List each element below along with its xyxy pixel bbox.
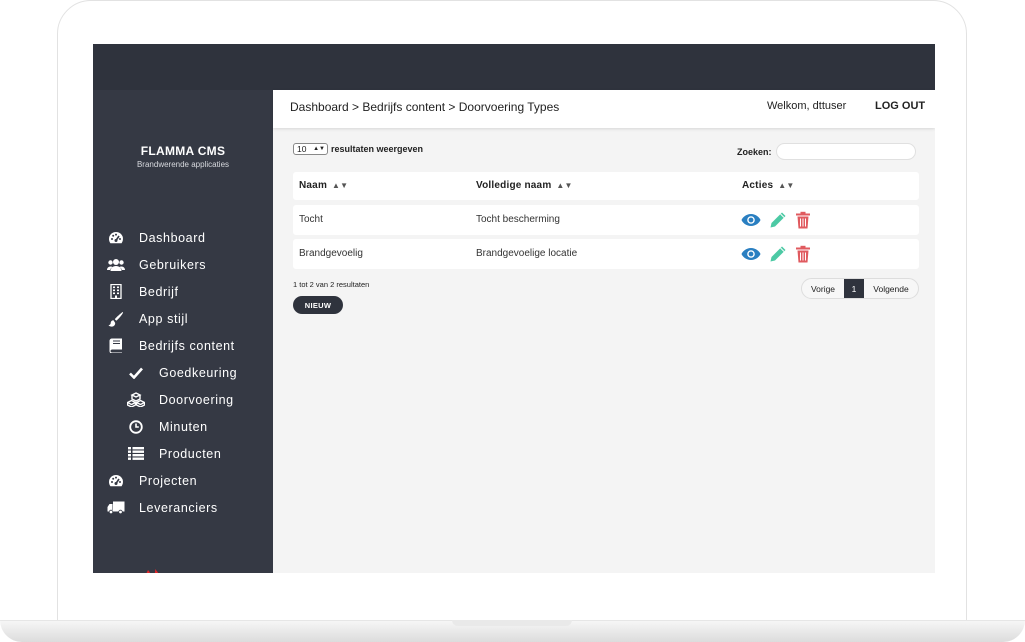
table-row: Brandgevoelig Brandgevoelige locatie bbox=[293, 239, 919, 269]
select-arrows-icon: ▲▼ bbox=[313, 146, 325, 152]
welcome-text: Welkom, dttuser bbox=[767, 100, 846, 112]
column-header-naam[interactable]: Naam ▲▼ bbox=[299, 180, 348, 191]
table-info: 1 tot 2 van 2 resultaten bbox=[293, 280, 370, 289]
table-header: Naam ▲▼ Volledige naam ▲▼ Acties ▲▼ bbox=[293, 172, 919, 200]
new-button[interactable]: NIEUW bbox=[293, 296, 343, 314]
clock-icon bbox=[127, 419, 145, 435]
search-control: Zoeken: bbox=[737, 143, 916, 160]
dashboard-gauge-icon bbox=[107, 473, 125, 489]
delete-trash-icon[interactable] bbox=[795, 245, 811, 268]
sidebar-item-label: Doorvoering bbox=[159, 392, 234, 407]
sort-icon: ▲▼ bbox=[332, 181, 349, 190]
top-bar: Dashboard > Bedrijfs content > Doorvoeri… bbox=[273, 90, 935, 128]
paintbrush-icon bbox=[107, 311, 125, 327]
pagination: Vorige 1 Volgende bbox=[801, 278, 919, 299]
sidebar-item-minuten[interactable]: Minuten bbox=[93, 413, 273, 440]
page-length-label: resultaten weergeven bbox=[331, 144, 424, 154]
page-length-value: 10 bbox=[297, 144, 307, 154]
sidebar-item-label: Bedrijfs content bbox=[139, 338, 235, 353]
sidebar-item-app-stijl[interactable]: App stijl bbox=[93, 305, 273, 332]
sidebar-item-goedkeuring[interactable]: Goedkeuring bbox=[93, 359, 273, 386]
sidebar-item-label: Leveranciers bbox=[139, 500, 218, 515]
username: dttuser bbox=[812, 100, 847, 112]
sidebar-item-users[interactable]: Gebruikers bbox=[93, 251, 273, 278]
column-label: Naam bbox=[299, 180, 328, 191]
cell-naam: Brandgevoelig bbox=[299, 248, 363, 259]
app-subtitle: Brandwerende applicaties bbox=[136, 160, 230, 169]
sidebar-item-label: Gebruikers bbox=[139, 257, 207, 272]
logout-button[interactable]: LOG OUT bbox=[875, 100, 925, 112]
app-screen: FLAMMA CMS Brandwerende applicaties Dash… bbox=[93, 44, 935, 573]
table-row: Tocht Tocht bescherming bbox=[293, 205, 919, 235]
sidebar-item-leveranciers[interactable]: Leveranciers bbox=[93, 494, 273, 521]
pagination-next-button[interactable]: Volgende bbox=[864, 279, 918, 298]
cell-volledige-naam: Tocht bescherming bbox=[476, 214, 560, 225]
pagination-prev-button[interactable]: Vorige bbox=[802, 279, 844, 298]
sidebar-item-producten[interactable]: Producten bbox=[93, 440, 273, 467]
book-icon bbox=[107, 338, 125, 354]
flamma-logo: FLA M MA Brandwerende Applicaties bbox=[138, 564, 230, 573]
welcome-prefix: Welkom, bbox=[767, 100, 810, 112]
sidebar-item-projecten[interactable]: Projecten bbox=[93, 467, 273, 494]
view-eye-icon[interactable] bbox=[741, 213, 761, 232]
sort-icon: ▲▼ bbox=[556, 181, 573, 190]
sidebar-item-bedrijfs-content[interactable]: Bedrijfs content bbox=[93, 332, 273, 359]
search-label: Zoeken: bbox=[737, 146, 772, 157]
column-header-volledige-naam[interactable]: Volledige naam ▲▼ bbox=[476, 180, 573, 191]
app-title: FLAMMA CMS bbox=[140, 144, 226, 158]
delete-trash-icon[interactable] bbox=[795, 211, 811, 234]
row-actions bbox=[741, 211, 811, 234]
sidebar-item-dashboard[interactable]: Dashboard bbox=[93, 224, 273, 251]
column-label: Volledige naam bbox=[476, 180, 552, 191]
breadcrumb: Dashboard > Bedrijfs content > Doorvoeri… bbox=[290, 100, 560, 114]
building-icon bbox=[107, 284, 125, 300]
main-content: Dashboard > Bedrijfs content > Doorvoeri… bbox=[273, 90, 935, 573]
sidebar-item-label: Goedkeuring bbox=[159, 365, 238, 380]
sidebar-item-label: App stijl bbox=[139, 311, 189, 326]
truck-icon bbox=[107, 500, 125, 516]
page-length-select[interactable]: 10 ▲▼ bbox=[293, 143, 328, 155]
view-eye-icon[interactable] bbox=[741, 247, 761, 266]
row-actions bbox=[741, 245, 811, 268]
edit-pencil-icon[interactable] bbox=[769, 211, 787, 234]
sidebar-item-label: Dashboard bbox=[139, 230, 206, 245]
cell-naam: Tocht bbox=[299, 214, 323, 225]
column-label: Acties bbox=[742, 180, 774, 191]
sidebar: FLAMMA CMS Brandwerende applicaties Dash… bbox=[93, 90, 273, 573]
sidebar-item-label: Producten bbox=[159, 446, 222, 461]
sidebar-item-bedrijf[interactable]: Bedrijf bbox=[93, 278, 273, 305]
users-icon bbox=[107, 257, 125, 273]
dashboard-gauge-icon bbox=[107, 230, 125, 246]
list-icon bbox=[127, 446, 145, 462]
check-icon bbox=[127, 365, 145, 381]
cell-volledige-naam: Brandgevoelige locatie bbox=[476, 248, 578, 259]
cubes-icon bbox=[127, 392, 145, 408]
sidebar-item-label: Bedrijf bbox=[139, 284, 179, 299]
page-length-control: 10 ▲▼ resultaten weergeven bbox=[293, 143, 423, 155]
sort-icon: ▲▼ bbox=[778, 181, 795, 190]
sidebar-item-label: Minuten bbox=[159, 419, 208, 434]
column-header-acties[interactable]: Acties ▲▼ bbox=[742, 180, 794, 191]
sidebar-item-label: Projecten bbox=[139, 473, 198, 488]
sidebar-item-doorvoering[interactable]: Doorvoering bbox=[93, 386, 273, 413]
pagination-page-1[interactable]: 1 bbox=[844, 279, 864, 298]
laptop-notch bbox=[452, 620, 572, 626]
search-input[interactable] bbox=[775, 143, 916, 160]
edit-pencil-icon[interactable] bbox=[769, 245, 787, 268]
